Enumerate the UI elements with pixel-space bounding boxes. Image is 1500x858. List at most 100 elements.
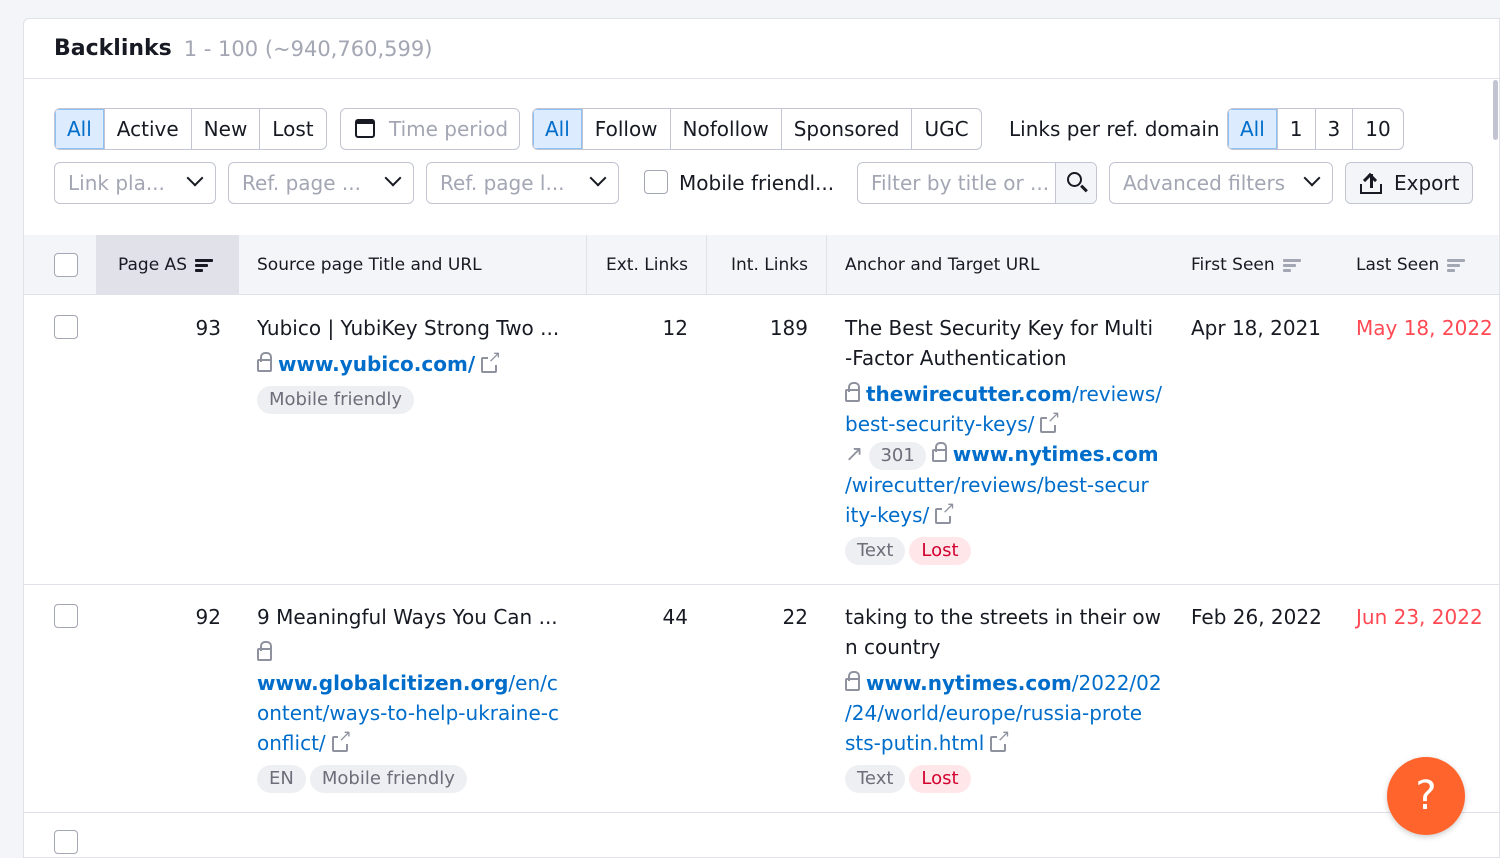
column-first-seen-label: First Seen — [1191, 255, 1275, 275]
link-type-tag: Text — [845, 765, 906, 793]
external-link-icon[interactable] — [481, 349, 502, 373]
links-per-domain-1[interactable]: 1 — [1278, 109, 1316, 149]
target-url-link[interactable]: thewirecutter.com/reviews/best-security-… — [845, 382, 1162, 436]
advanced-filters-label: Advanced filters — [1123, 171, 1286, 195]
ext-links-value: 12 — [662, 316, 688, 340]
lock-icon — [845, 671, 860, 691]
page-title: Backlinks — [54, 36, 172, 61]
column-int-links-label: Int. Links — [731, 255, 808, 275]
follow-filter: All Follow Nofollow Sponsored UGC — [532, 108, 982, 150]
link-placement-label: Link pla... — [68, 171, 165, 195]
ref-page-type-dropdown[interactable]: Ref. page ... — [228, 162, 414, 204]
export-label: Export — [1394, 171, 1460, 195]
search-icon — [1067, 172, 1082, 187]
lock-icon — [257, 352, 272, 372]
status-lost-tab[interactable]: Lost — [260, 109, 325, 149]
first-seen-value: Feb 26, 2022 — [1191, 605, 1322, 629]
column-last-seen[interactable]: Last Seen — [1356, 235, 1466, 295]
status-all-tab[interactable]: All — [55, 109, 105, 149]
status-filter: All Active New Lost — [54, 108, 327, 150]
ref-page-type-label: Ref. page ... — [242, 171, 361, 195]
chevron-down-icon — [384, 169, 402, 187]
lock-icon — [257, 641, 272, 661]
external-link-icon[interactable] — [1040, 409, 1061, 433]
source-url-link[interactable]: www.yubico.com/ — [278, 352, 475, 376]
mobile-friendly-tag: Mobile friendly — [309, 765, 467, 793]
first-seen-value: Apr 18, 2021 — [1191, 316, 1322, 340]
search-input[interactable]: Filter by title or ... — [871, 171, 1056, 195]
column-source-label: Source page Title and URL — [257, 255, 482, 275]
column-int-links[interactable]: Int. Links — [731, 235, 808, 295]
links-per-domain-10[interactable]: 10 — [1353, 109, 1402, 149]
time-period-label: Time period — [389, 117, 509, 141]
follow-tab[interactable]: Follow — [583, 109, 671, 149]
column-first-seen[interactable]: First Seen — [1191, 235, 1301, 295]
last-seen-value: May 18, 2022 — [1356, 316, 1493, 340]
follow-all-tab[interactable]: All — [533, 109, 583, 149]
scrollbar[interactable] — [1493, 80, 1498, 140]
source-page-cell: 9 Meaningful Ways You Can ... www.global… — [257, 602, 577, 793]
redirect-code-badge: 301 — [869, 442, 926, 470]
links-per-domain-3[interactable]: 3 — [1316, 109, 1354, 149]
external-link-icon[interactable] — [331, 728, 352, 752]
column-page-as[interactable]: Page AS — [96, 235, 239, 295]
chevron-down-icon — [1303, 169, 1321, 187]
ext-links-value: 44 — [662, 605, 688, 629]
backlinks-panel: Backlinks 1 - 100 (~940,760,599) All Act… — [23, 18, 1500, 858]
status-active-tab[interactable]: Active — [105, 109, 192, 149]
lock-icon — [845, 382, 860, 402]
table-row: 93 Yubico | YubiKey Strong Two ... www.y… — [24, 296, 1499, 585]
external-link-icon[interactable] — [990, 728, 1011, 752]
link-type-tag: Text — [845, 537, 906, 565]
export-button[interactable]: Export — [1345, 162, 1473, 204]
source-title: Yubico | YubiKey Strong Two ... — [257, 316, 560, 340]
anchor-text: taking to the streets in their ow n count… — [845, 605, 1161, 659]
external-link-icon[interactable] — [935, 500, 956, 524]
sort-icon — [194, 258, 213, 272]
time-period-picker[interactable]: Time period — [340, 108, 520, 150]
int-links-value: 189 — [769, 316, 808, 340]
anchor-text: The Best Security Key for Multi -Factor A… — [845, 316, 1154, 370]
search-button[interactable] — [1055, 163, 1096, 203]
status-new-tab[interactable]: New — [192, 109, 261, 149]
panel-header: Backlinks 1 - 100 (~940,760,599) — [24, 19, 1499, 79]
advanced-filters-dropdown[interactable]: Advanced filters — [1109, 162, 1333, 204]
redirect-icon: ↗ — [845, 442, 864, 467]
help-button[interactable]: ? — [1387, 757, 1465, 835]
sort-icon — [1282, 258, 1301, 272]
link-placement-dropdown[interactable]: Link pla... — [54, 162, 216, 204]
sponsored-tab[interactable]: Sponsored — [782, 109, 913, 149]
language-tag: EN — [257, 765, 306, 793]
search-icon-handle — [1080, 184, 1088, 193]
nofollow-tab[interactable]: Nofollow — [671, 109, 782, 149]
column-anchor: Anchor and Target URL — [845, 235, 1039, 295]
row-checkbox[interactable] — [54, 315, 78, 339]
int-links-value: 22 — [782, 605, 808, 629]
row-checkbox[interactable] — [54, 604, 78, 628]
lost-status-tag: Lost — [909, 537, 971, 565]
search-filter-field[interactable]: Filter by title or ... — [857, 162, 1097, 204]
column-page-as-label: Page AS — [118, 255, 187, 275]
select-all-checkbox[interactable] — [54, 253, 78, 277]
column-last-seen-label: Last Seen — [1356, 255, 1440, 275]
calendar-icon — [355, 119, 375, 138]
column-anchor-label: Anchor and Target URL — [845, 255, 1040, 275]
links-per-domain-label: Links per ref. domain — [1009, 117, 1220, 141]
ref-page-lang-dropdown[interactable]: Ref. page l... — [426, 162, 619, 204]
table-row: 92 9 Meaningful Ways You Can ... www.glo… — [24, 585, 1499, 813]
links-per-domain-all[interactable]: All — [1228, 109, 1278, 149]
page-as-value: 93 — [195, 316, 221, 340]
results-count: 1 - 100 (~940,760,599) — [183, 36, 433, 61]
mobile-friendly-label: Mobile friendl... — [679, 171, 835, 195]
column-ext-links[interactable]: Ext. Links — [606, 235, 688, 295]
lock-icon — [931, 442, 947, 462]
ref-page-lang-label: Ref. page l... — [440, 171, 565, 195]
ugc-tab[interactable]: UGC — [912, 109, 980, 149]
last-seen-value: Jun 23, 2022 — [1356, 605, 1483, 629]
row-checkbox[interactable] — [54, 830, 78, 854]
mobile-friendly-checkbox[interactable] — [644, 170, 668, 194]
source-title: 9 Meaningful Ways You Can ... — [257, 605, 558, 629]
column-source: Source page Title and URL — [257, 235, 482, 295]
source-url-link[interactable]: www.globalcitizen.org/en/c ontent/ways-to… — [257, 671, 559, 755]
mobile-friendly-tag: Mobile friendly — [257, 386, 415, 414]
